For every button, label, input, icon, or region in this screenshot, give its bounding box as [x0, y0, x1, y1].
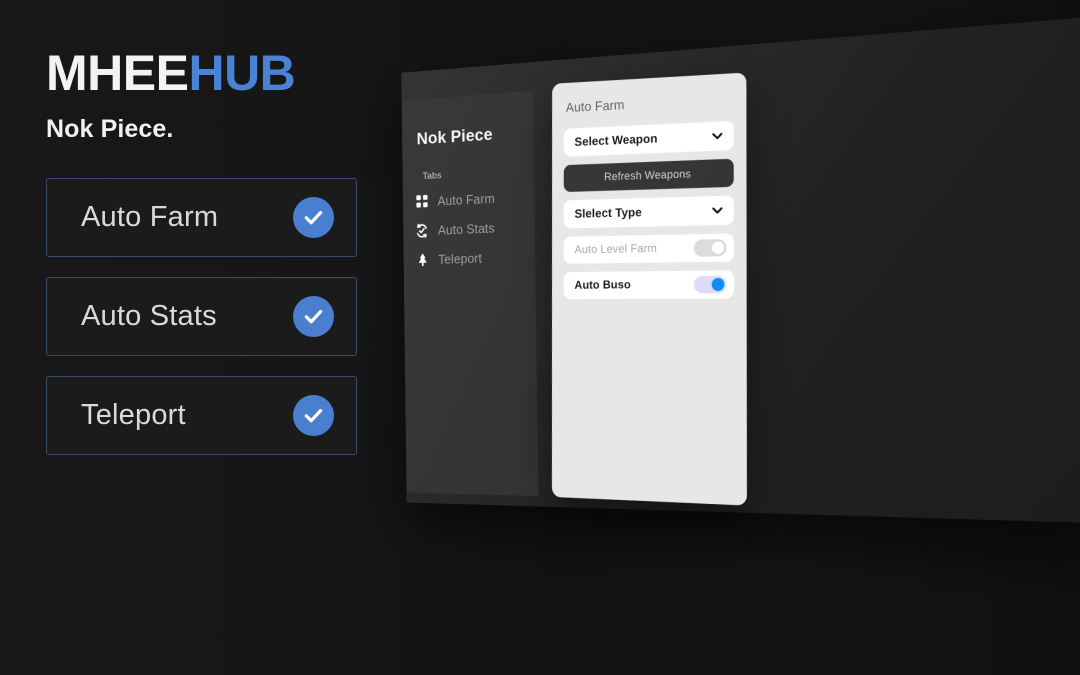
check-circle-icon — [293, 296, 334, 337]
auto-level-farm-toggle[interactable] — [693, 238, 727, 257]
sidebar-item-label: Auto Stats — [437, 219, 495, 238]
chevron-down-icon — [711, 203, 725, 217]
gui-tabs-section-label: Tabs — [422, 170, 442, 183]
refresh-weapons-label: Refresh Weapons — [604, 167, 691, 184]
gui-content-panel: Auto Farm Select Weapon Refresh Weapons … — [551, 72, 747, 506]
logo-accent-text: HUB — [188, 45, 296, 101]
sidebar-item-auto-farm[interactable]: Auto Farm — [403, 186, 535, 213]
auto-buso-row[interactable]: Auto Buso — [563, 270, 734, 300]
weapon-select-value: Select Weapon — [574, 132, 658, 149]
brand-logo: MHEEHUB — [46, 48, 372, 98]
gui-window: Nok Piece Tabs Auto Farm Auto Stats Tele… — [401, 16, 1080, 524]
refresh-weapons-button[interactable]: Refresh Weapons — [563, 158, 734, 193]
grid-icon — [415, 193, 429, 209]
sidebar-item-auto-stats[interactable]: Auto Stats — [403, 215, 535, 241]
feature-card-teleport[interactable]: Teleport — [46, 376, 357, 455]
pine-tree-icon — [415, 252, 429, 267]
brand-column: MHEEHUB Nok Piece. Auto Farm Auto Stats … — [0, 0, 372, 675]
type-select-dropdown[interactable]: Slelect Type — [563, 195, 734, 229]
toggle-knob — [711, 277, 725, 292]
chevron-down-icon — [710, 129, 724, 144]
brand-tagline: Nok Piece. — [46, 115, 174, 143]
gui-window-title: Nok Piece — [416, 124, 493, 149]
auto-buso-toggle[interactable] — [693, 275, 727, 294]
auto-level-farm-row[interactable]: Auto Level Farm — [563, 233, 734, 264]
feature-card-auto-farm[interactable]: Auto Farm — [46, 178, 357, 257]
auto-level-farm-label: Auto Level Farm — [574, 242, 657, 257]
sidebar-item-label: Teleport — [438, 249, 482, 267]
feature-card-label: Teleport — [81, 399, 186, 431]
gui-sidebar: Nok Piece Tabs Auto Farm Auto Stats Tele… — [401, 90, 539, 497]
toggle-knob — [711, 240, 725, 255]
sidebar-item-label: Auto Farm — [437, 190, 495, 209]
feature-card-list: Auto Farm Auto Stats Teleport — [46, 178, 357, 455]
weapon-select-dropdown[interactable]: Select Weapon — [563, 120, 734, 157]
panel-heading: Auto Farm — [565, 97, 625, 116]
feature-card-auto-stats[interactable]: Auto Stats — [46, 277, 357, 356]
type-select-value: Slelect Type — [574, 206, 642, 221]
check-circle-icon — [293, 395, 334, 436]
feature-card-label: Auto Stats — [81, 300, 217, 332]
feature-card-label: Auto Farm — [81, 201, 219, 233]
auto-buso-label: Auto Buso — [574, 278, 631, 292]
refresh-check-icon — [415, 223, 429, 239]
gui-tab-list: Auto Farm Auto Stats Teleport — [403, 186, 535, 270]
check-circle-icon — [293, 197, 334, 238]
sidebar-item-teleport[interactable]: Teleport — [404, 245, 536, 270]
logo-primary-text: MHEE — [46, 45, 189, 101]
